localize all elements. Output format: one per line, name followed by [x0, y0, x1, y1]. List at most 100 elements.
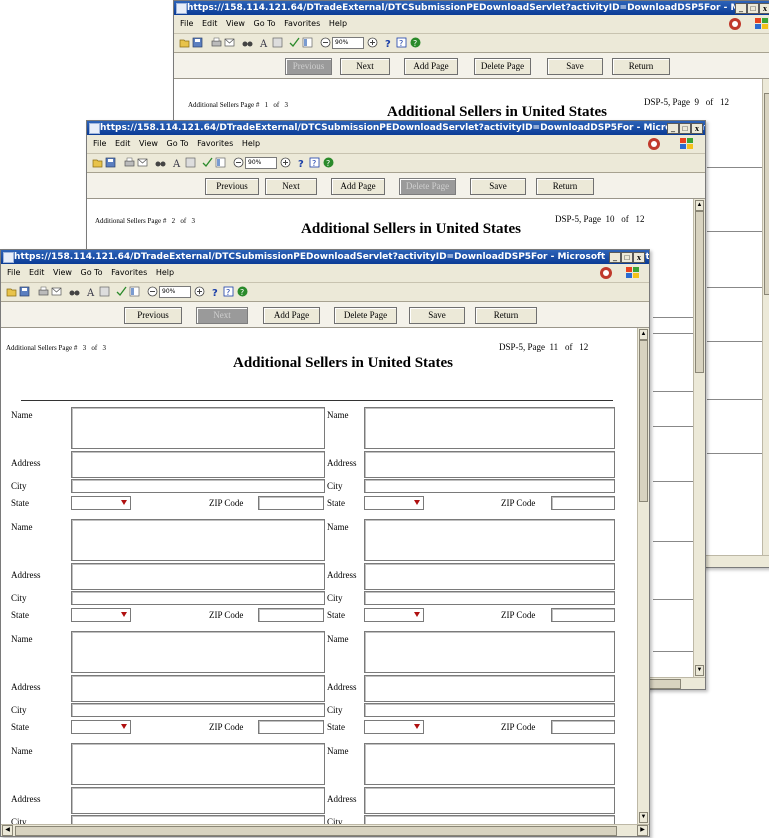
seller-8-address-input[interactable] — [364, 787, 615, 814]
menu-go-to[interactable]: Go To — [254, 15, 276, 33]
dropdown-arrow-icon[interactable] — [121, 724, 127, 729]
email-icon[interactable] — [51, 286, 62, 297]
next-button[interactable]: Next — [265, 178, 317, 195]
zoom-out-icon[interactable] — [233, 157, 244, 168]
whats-this-icon[interactable]: ? — [297, 157, 308, 168]
menu-favorites[interactable]: Favorites — [284, 15, 320, 33]
add-page-button[interactable]: Add Page — [263, 307, 320, 324]
menu-help[interactable]: Help — [242, 135, 260, 153]
open-folder-icon[interactable] — [6, 286, 17, 297]
seller-1-city-input[interactable] — [71, 479, 325, 493]
zoom-in-icon[interactable] — [367, 37, 378, 48]
zoom-out-icon[interactable] — [147, 286, 158, 297]
save-disk-icon[interactable] — [19, 286, 30, 297]
seller-2-name-input[interactable] — [364, 407, 615, 449]
add-page-button[interactable]: Add Page — [404, 58, 458, 75]
dropdown-arrow-icon[interactable] — [121, 612, 127, 617]
open-folder-icon[interactable] — [92, 157, 103, 168]
seller-6-city-input[interactable] — [364, 703, 615, 717]
seller-4-address-input[interactable] — [364, 563, 615, 590]
maximize-button[interactable]: □ — [679, 123, 691, 134]
previous-button[interactable]: Previous — [124, 307, 182, 324]
seller-2-state-select[interactable] — [364, 496, 424, 510]
help-book-icon[interactable]: ? — [223, 286, 234, 297]
seller-5-address-input[interactable] — [71, 675, 325, 702]
acrobat-icon[interactable] — [599, 266, 614, 280]
zoom-in-icon[interactable] — [194, 286, 205, 297]
menu-edit[interactable]: Edit — [115, 135, 131, 153]
save-button[interactable]: Save — [409, 307, 465, 324]
menu-go-to[interactable]: Go To — [81, 264, 103, 282]
seller-1-address-input[interactable] — [71, 451, 325, 478]
seller-7-city-input[interactable] — [71, 815, 325, 824]
seller-6-address-input[interactable] — [364, 675, 615, 702]
seller-2-zip-input[interactable] — [551, 496, 615, 510]
previous-button[interactable]: Previous — [285, 58, 332, 75]
help-circle-icon[interactable]: ? — [323, 157, 334, 168]
text-select-icon[interactable]: A — [259, 37, 270, 48]
menu-go-to[interactable]: Go To — [167, 135, 189, 153]
seller-4-name-input[interactable] — [364, 519, 615, 561]
title-bar[interactable]: https://158.114.121.64/DTradeExternal/DT… — [1, 250, 649, 264]
menu-view[interactable]: View — [139, 135, 158, 153]
spell-check-icon[interactable] — [289, 37, 300, 48]
zoom-select[interactable]: 90% — [332, 37, 364, 49]
binoculars-icon[interactable] — [69, 286, 80, 297]
delete-page-button[interactable]: Delete Page — [399, 178, 456, 195]
acrobat-icon[interactable] — [728, 17, 743, 31]
menu-edit[interactable]: Edit — [29, 264, 45, 282]
layout-icon[interactable] — [129, 286, 140, 297]
text-select-icon[interactable]: A — [86, 286, 97, 297]
seller-5-name-input[interactable] — [71, 631, 325, 673]
seller-5-state-select[interactable] — [71, 720, 131, 734]
vertical-scroll-thumb[interactable] — [639, 340, 648, 502]
graphics-select-icon[interactable] — [185, 157, 196, 168]
previous-button[interactable]: Previous — [205, 178, 259, 195]
dropdown-arrow-icon[interactable] — [121, 500, 127, 505]
close-button[interactable]: x — [633, 252, 645, 263]
help-book-icon[interactable]: ? — [309, 157, 320, 168]
graphics-select-icon[interactable] — [272, 37, 283, 48]
spell-check-icon[interactable] — [116, 286, 127, 297]
title-bar[interactable]: https://158.114.121.64/DTradeExternal/DT… — [174, 1, 769, 15]
print-icon[interactable] — [38, 286, 49, 297]
email-icon[interactable] — [224, 37, 235, 48]
save-button[interactable]: Save — [547, 58, 603, 75]
spell-check-icon[interactable] — [202, 157, 213, 168]
layout-icon[interactable] — [302, 37, 313, 48]
seller-2-city-input[interactable] — [364, 479, 615, 493]
seller-4-city-input[interactable] — [364, 591, 615, 605]
scroll-right-arrow[interactable]: ▶ — [637, 825, 648, 836]
menu-file[interactable]: File — [180, 15, 193, 33]
vertical-scroll-thumb[interactable] — [764, 93, 769, 295]
minimize-button[interactable]: _ — [667, 123, 679, 134]
dropdown-arrow-icon[interactable] — [414, 500, 420, 505]
seller-3-city-input[interactable] — [71, 591, 325, 605]
zoom-out-icon[interactable] — [320, 37, 331, 48]
horizontal-scrollbar[interactable]: ◀ ▶ — [1, 824, 649, 836]
menu-file[interactable]: File — [93, 135, 106, 153]
delete-page-button[interactable]: Delete Page — [474, 58, 531, 75]
whats-this-icon[interactable]: ? — [211, 286, 222, 297]
minimize-button[interactable]: _ — [609, 252, 621, 263]
seller-8-city-input[interactable] — [364, 815, 615, 824]
seller-3-address-input[interactable] — [71, 563, 325, 590]
menu-file[interactable]: File — [7, 264, 20, 282]
next-button[interactable]: Next — [340, 58, 390, 75]
scroll-down-arrow[interactable]: ▼ — [695, 665, 704, 676]
add-page-button[interactable]: Add Page — [331, 178, 385, 195]
print-icon[interactable] — [124, 157, 135, 168]
acrobat-icon[interactable] — [647, 137, 662, 151]
seller-8-name-input[interactable] — [364, 743, 615, 785]
help-circle-icon[interactable]: ? — [237, 286, 248, 297]
menu-favorites[interactable]: Favorites — [111, 264, 147, 282]
binoculars-icon[interactable] — [242, 37, 253, 48]
maximize-button[interactable]: □ — [621, 252, 633, 263]
seller-3-zip-input[interactable] — [258, 608, 324, 622]
menu-edit[interactable]: Edit — [202, 15, 218, 33]
binoculars-icon[interactable] — [155, 157, 166, 168]
menu-view[interactable]: View — [226, 15, 245, 33]
close-button[interactable]: x — [691, 123, 703, 134]
seller-1-zip-input[interactable] — [258, 496, 324, 510]
vertical-scrollbar[interactable]: ▲ ▼ — [637, 328, 649, 824]
